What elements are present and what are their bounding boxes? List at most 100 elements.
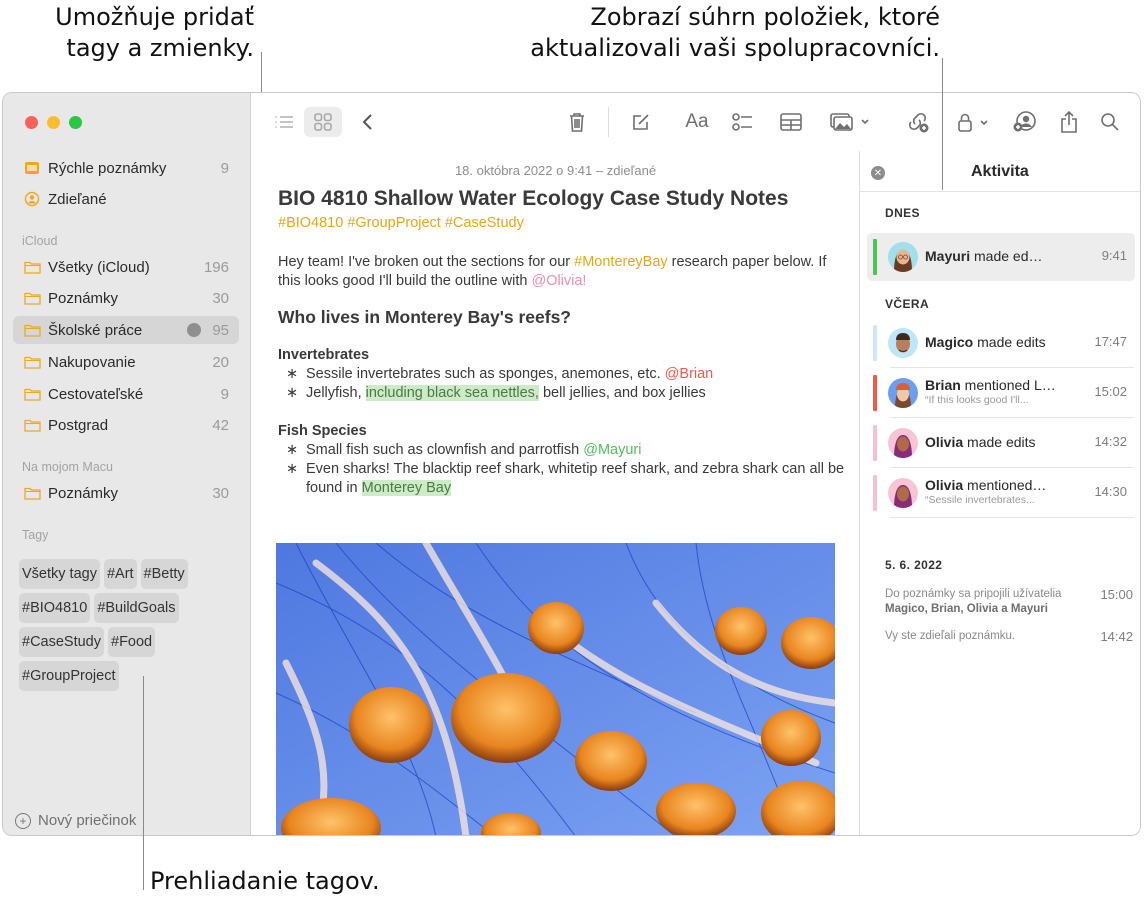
- collaborator-color-bar: [873, 239, 877, 275]
- checklist-icon[interactable]: [730, 107, 756, 137]
- sidebar-folder-active[interactable]: Školské práce 95: [13, 316, 239, 344]
- mention-olivia[interactable]: @Olivia!: [531, 273, 586, 289]
- sidebar-item-count: 42: [212, 416, 229, 434]
- tag-chip[interactable]: #BIO4810: [19, 593, 91, 623]
- activity-text: Brian mentioned L… “If this looks good I…: [925, 377, 1075, 406]
- sidebar-folder[interactable]: Poznámky 30: [13, 479, 239, 507]
- activity-item[interactable]: Mayuri made ed… 9:41: [867, 233, 1135, 281]
- tag-chip[interactable]: #CaseStudy: [19, 627, 104, 657]
- divider: [890, 467, 1134, 468]
- trash-icon[interactable]: [565, 107, 589, 137]
- sidebar-item-label: Všetky (iCloud): [48, 258, 150, 276]
- activity-time: 15:02: [1094, 384, 1127, 399]
- sidebar-item-shared[interactable]: Zdieľané: [13, 185, 239, 213]
- note-tags[interactable]: #BIO4810 #GroupProject #CaseStudy: [278, 215, 524, 231]
- avatar-magico: [888, 328, 918, 358]
- list-item: Sessile invertebrates such as sponges, a…: [278, 365, 848, 384]
- section-label-tags: Tagy: [22, 528, 49, 542]
- collaborator-name: Brian: [925, 377, 961, 393]
- media-icon[interactable]: [828, 107, 872, 137]
- activity-item[interactable]: Brian mentioned L… “If this looks good I…: [867, 369, 1135, 417]
- sidebar-folder[interactable]: Cestovateľské 9: [13, 380, 239, 408]
- new-folder-label: Nový priečinok: [38, 812, 137, 829]
- close-window-button[interactable]: [25, 116, 38, 129]
- collaborator-color-bar: [873, 475, 877, 511]
- folder-icon: [23, 417, 41, 433]
- avatar-brian: [888, 378, 918, 408]
- activity-excerpt: “If this looks good I'll...: [925, 394, 1029, 406]
- text: bell jellies, and box jellies: [538, 385, 706, 401]
- collaborate-link-icon[interactable]: [905, 107, 931, 137]
- history-item: Vy ste zdieľali poznámku. 14:42: [885, 629, 1135, 644]
- activity-main: Olivia made edits: [925, 434, 1075, 450]
- activity-item[interactable]: Magico made edits 17:47: [867, 319, 1135, 367]
- compose-icon[interactable]: [629, 107, 653, 137]
- search-icon[interactable]: [1098, 107, 1122, 137]
- window-controls: [25, 116, 82, 129]
- minimize-window-button[interactable]: [47, 116, 60, 129]
- section-label-icloud: iCloud: [22, 234, 58, 248]
- sidebar-item-quick-notes[interactable]: Rýchle poznámky 9: [13, 154, 239, 182]
- back-icon[interactable]: [357, 107, 377, 137]
- mention-brian[interactable]: @Brian: [665, 366, 714, 382]
- activity-main: Brian mentioned L…: [925, 377, 1075, 393]
- text: Sessile invertebrates such as sponges, a…: [306, 366, 665, 382]
- activity-item[interactable]: Olivia mentioned… “Sessile invertebrates…: [867, 469, 1135, 517]
- tag-chip[interactable]: #GroupProject: [19, 661, 119, 691]
- activity-main: Mayuri made ed…: [925, 248, 1075, 264]
- toolbar-divider: [608, 107, 609, 137]
- section-heading: Fish Species: [278, 423, 367, 439]
- sidebar-item-label: Poznámky: [48, 289, 119, 307]
- sidebar-item-label: Postgrad: [48, 416, 109, 434]
- sidebar-folder[interactable]: Nakupovanie 20: [13, 348, 239, 376]
- collaborator-name: Olivia: [925, 434, 964, 450]
- share-person-icon[interactable]: [1011, 107, 1039, 137]
- history-text: Vy ste zdieľali poznámku.: [885, 630, 1016, 642]
- note-editor[interactable]: 18. októbra 2022 o 9:41 – zdieľané BIO 4…: [252, 151, 859, 835]
- list-view-icon[interactable]: [272, 107, 296, 137]
- close-activity-icon[interactable]: ✕: [871, 166, 885, 180]
- table-icon[interactable]: [778, 107, 804, 137]
- history-time: 15:00: [1100, 587, 1133, 602]
- notes-window: Rýchle poznámky 9 Zdieľané iCloud Všetky…: [2, 92, 1141, 836]
- lock-icon[interactable]: [955, 107, 995, 137]
- activity-time: 14:32: [1094, 434, 1127, 449]
- format-text-icon[interactable]: Aa: [682, 107, 712, 137]
- sidebar-item-count: 20: [212, 353, 229, 371]
- tag-all[interactable]: Všetky tagy: [19, 559, 100, 589]
- activity-main: Magico made edits: [925, 334, 1075, 350]
- note-intro: Hey team! I've broken out the sections f…: [278, 253, 848, 291]
- section-date: 5. 6. 2022: [885, 558, 943, 572]
- text: Hey team! I've broken out the sections f…: [278, 254, 575, 270]
- callout-line: tagy a zmienky.: [66, 34, 254, 62]
- tag-chip[interactable]: #BuildGoals: [94, 593, 179, 623]
- tag-chip[interactable]: #Food: [108, 627, 156, 657]
- callout-tags-mentions: Umožňuje pridať tagy a zmienky.: [0, 2, 254, 64]
- tag-chip[interactable]: #Art: [103, 559, 137, 589]
- quick-note-icon: [23, 160, 41, 176]
- gallery-view-icon[interactable]: [304, 107, 342, 137]
- zoom-window-button[interactable]: [69, 116, 82, 129]
- note-heading: Who lives in Monterey Bay's reefs?: [278, 307, 571, 327]
- tag-chip[interactable]: #Betty: [140, 559, 188, 589]
- inline-tag[interactable]: #MontereyBay: [574, 254, 668, 270]
- jellyfish-photo[interactable]: [276, 543, 835, 835]
- note-body[interactable]: Hey team! I've broken out the sections f…: [278, 253, 848, 498]
- sidebar-folder[interactable]: Postgrad 42: [13, 411, 239, 439]
- note-title[interactable]: BIO 4810 Shallow Water Ecology Case Stud…: [278, 187, 788, 211]
- activity-item[interactable]: Olivia made edits 14:32: [867, 419, 1135, 467]
- sidebar-folder[interactable]: Poznámky 30: [13, 284, 239, 312]
- activity-action: made edits: [963, 434, 1036, 450]
- history-names: Magico, Brian, Olivia a Mayuri: [885, 603, 1048, 615]
- mention-mayuri[interactable]: @Mayuri: [583, 442, 641, 458]
- highlighted-edit: Monterey Bay: [361, 480, 452, 496]
- section-heading: Invertebrates: [278, 347, 370, 363]
- shared-person-icon: [23, 191, 41, 207]
- divider: [890, 517, 1134, 518]
- new-folder-button[interactable]: + Nový priečinok: [15, 812, 136, 829]
- folder-icon: [23, 290, 41, 306]
- toolbar: Aa: [252, 93, 1140, 151]
- share-icon[interactable]: [1057, 107, 1081, 137]
- sidebar-folder[interactable]: Všetky (iCloud) 196: [13, 253, 239, 281]
- collaborator-name: Mayuri: [925, 248, 971, 264]
